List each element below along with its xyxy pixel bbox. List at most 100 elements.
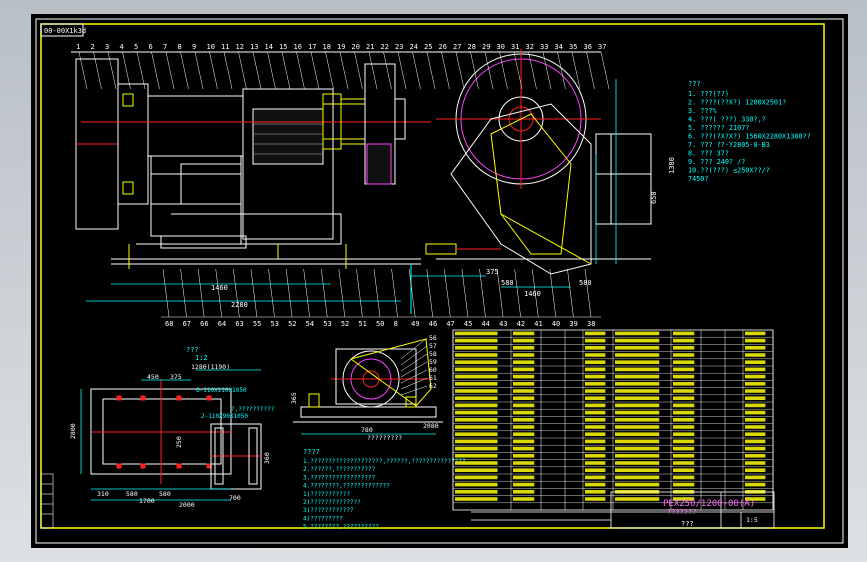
bottom-callout-group: 68 67 66 64 63 55 53 52 54 53 52 51 50 8 49 46 47 45 44 43 4… [161,268,601,328]
top-leader-line [339,51,349,90]
bottom-leader-line [549,268,557,318]
parts-table-cell-mark [513,403,535,408]
section-callout-56: 56 [429,334,437,342]
parts-table-cell-mark [745,346,766,350]
top-callout-group: 1 2 3 4 5 6 7 8 9 10 11 12 13 14 15 16 17 18 19 20 21 22 23 24 2… [76,43,610,90]
parts-table-cell-mark [673,446,695,451]
parts-table-cell-mark [455,338,498,343]
cad-viewport[interactable]: 00-00X1k3d 1460 2280 1380 650 375 580 14… [0,0,867,562]
section-leader-line [400,369,428,384]
parts-table-cell-mark [745,475,766,480]
dim-580a: 580 [501,279,514,287]
parts-table-cell-mark [615,360,660,364]
bottom-leader-line [303,268,310,318]
section-dim-b: 2080 [423,422,439,430]
parts-table-cell-mark [455,410,498,415]
top-callout-17: 17 [308,43,316,51]
foundation-dim-h3: 360 [263,452,271,464]
parts-table-cell-mark [615,367,660,372]
bottom-callout-53: 53 [323,320,331,328]
top-callout-15: 15 [279,43,287,51]
section-callout-61: 61 [429,374,437,382]
top-callout-34: 34 [555,43,563,51]
section-label: ????????? [367,434,402,442]
parts-table-cell-mark [673,331,695,336]
bottom-callout-55: 55 [253,320,261,328]
parts-table-cell-mark [615,353,660,357]
parts-table-cell-mark [513,446,535,451]
parts-table-cell-mark [745,410,766,415]
section-callout-62: 62 [429,382,437,390]
bottom-leader-line [391,268,398,318]
bottom-callout-38: 38 [587,320,595,328]
parts-table-cell-mark [745,374,766,379]
parts-table-cell-mark [615,468,660,472]
bottom-callout-64: 64 [218,320,226,328]
bottom-callout-46: 46 [429,320,437,328]
top-leader-line [325,51,334,90]
top-leader-line [412,51,421,90]
parts-table-cell-mark [455,454,498,458]
foundation-dim-b1: 310 [97,490,109,498]
bottom-leader-line [514,268,521,318]
parts-list-table [452,329,774,511]
parts-table-cell-mark [673,338,695,343]
bottom-callout-53: 53 [271,320,279,328]
parts-table-cell-mark [585,331,606,336]
bottom-leader-line [268,268,275,318]
drawing-sheet[interactable]: 00-00X1k3d 1460 2280 1380 650 375 580 14… [31,14,848,548]
top-leader-line [136,51,146,90]
bottom-leader-line [180,268,187,318]
top-callout-30: 30 [497,43,505,51]
parts-table-cell-mark [673,482,695,487]
top-callout-14: 14 [265,43,273,51]
parts-table-cell-mark [615,396,660,400]
top-callout-33: 33 [540,43,548,51]
bottom-callout-66: 66 [200,320,208,328]
top-callout-35: 35 [569,43,577,51]
spec-line: 6. ???(?X?X?) 1560X2280X1380?? [688,133,811,141]
parts-table-cell-mark [673,396,695,400]
dim-375: 375 [486,268,499,276]
dim-1460: 1460 [211,284,228,292]
bottom-leader-line [250,268,258,318]
main-dimension-lines [86,79,617,302]
title-code-text: 00-00X1k3d [44,27,86,35]
bottom-callout-45: 45 [464,320,472,328]
top-callout-32: 32 [526,43,534,51]
parts-table-cell-mark [585,353,606,357]
top-callout-25: 25 [424,43,432,51]
bottom-callout-40: 40 [552,320,560,328]
parts-table-cell-mark [615,475,660,480]
top-callout-20: 20 [352,43,360,51]
bottom-callout-8: 8 [394,320,398,328]
top-leader-line [600,51,610,90]
foundation-plan [90,379,262,490]
parts-table-cell-mark [615,497,660,501]
bottom-callout-50: 50 [376,320,384,328]
parts-table-cell-mark [673,346,695,350]
bottom-callout-49: 49 [411,320,419,328]
parts-table-cell-mark [745,439,766,444]
parts-table-cell-mark [673,439,695,444]
bottom-leader-line [197,268,205,318]
parts-table-cell-mark [745,461,766,465]
dim-2280: 2280 [231,301,248,309]
spec-line: 3. ???% [688,107,717,115]
parts-table-cell-mark [615,432,660,436]
top-leader-line [441,51,450,90]
parts-table-cell-mark [615,374,660,379]
bottom-callout-63: 63 [235,320,243,328]
top-leader-line [383,51,392,90]
top-callout-3: 3 [105,43,109,51]
parts-table-cell-mark [513,382,535,386]
parts-table-cell-mark [585,382,606,386]
parts-table-cell-mark [513,396,535,400]
parts-table-cell-mark [615,418,660,422]
parts-table-cell-mark [745,418,766,422]
foundation-note: ?,?????????? [231,406,275,413]
top-callout-10: 10 [207,43,215,51]
top-callout-28: 28 [468,43,476,51]
foundation-dim-b4: 1700 [139,497,155,505]
top-leader-line [107,51,117,90]
